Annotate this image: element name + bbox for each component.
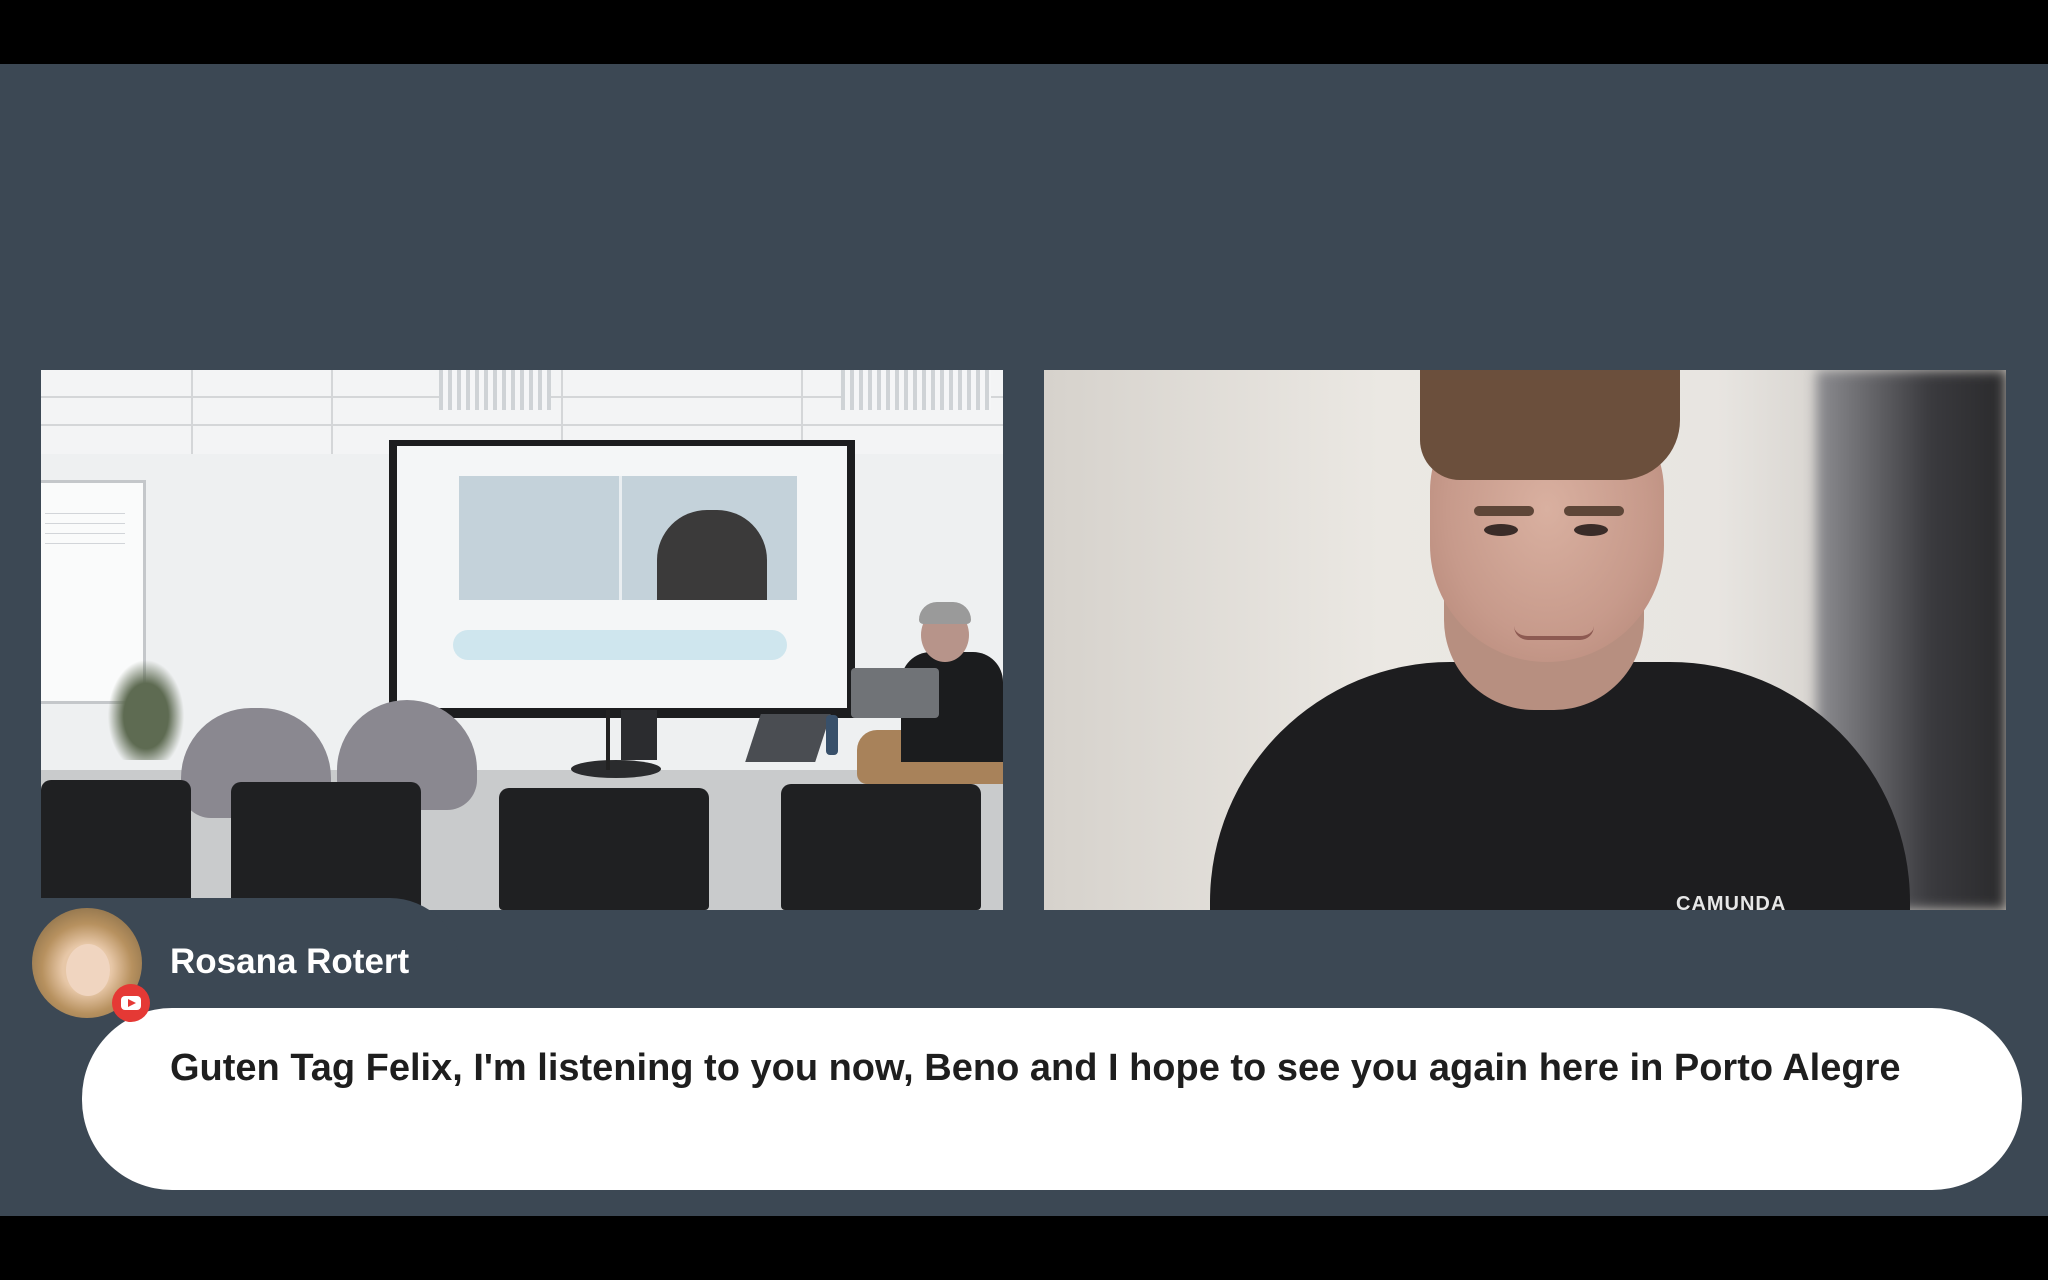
comment-bubble xyxy=(82,1008,2022,1190)
eyebrow xyxy=(1474,506,1534,516)
comment-text: Guten Tag Felix, I'm listening to you no… xyxy=(170,1047,1901,1089)
water-bottle xyxy=(826,715,838,755)
eyebrow xyxy=(1564,506,1624,516)
speaker-box xyxy=(621,710,657,760)
room-camera-feed xyxy=(41,370,1003,910)
chair xyxy=(231,782,421,910)
presenter-hair xyxy=(919,602,971,624)
speaker-hair xyxy=(1420,370,1680,480)
chair xyxy=(41,780,191,910)
projector-screen xyxy=(397,446,847,708)
chair xyxy=(499,788,709,910)
eye xyxy=(1484,524,1518,536)
presenter-laptop xyxy=(851,668,939,718)
mouth xyxy=(1514,626,1594,640)
commenter-name: Rosana Rotert xyxy=(170,942,410,981)
microphone-stand xyxy=(606,710,610,770)
plant xyxy=(101,650,191,760)
youtube-icon xyxy=(112,984,150,1022)
chair xyxy=(781,784,981,910)
eye xyxy=(1574,524,1608,536)
shirt-logo-text: CAMUNDA xyxy=(1676,893,1787,910)
side-table xyxy=(571,760,661,778)
speaker-camera-feed: CAMUNDA xyxy=(1044,370,2006,910)
